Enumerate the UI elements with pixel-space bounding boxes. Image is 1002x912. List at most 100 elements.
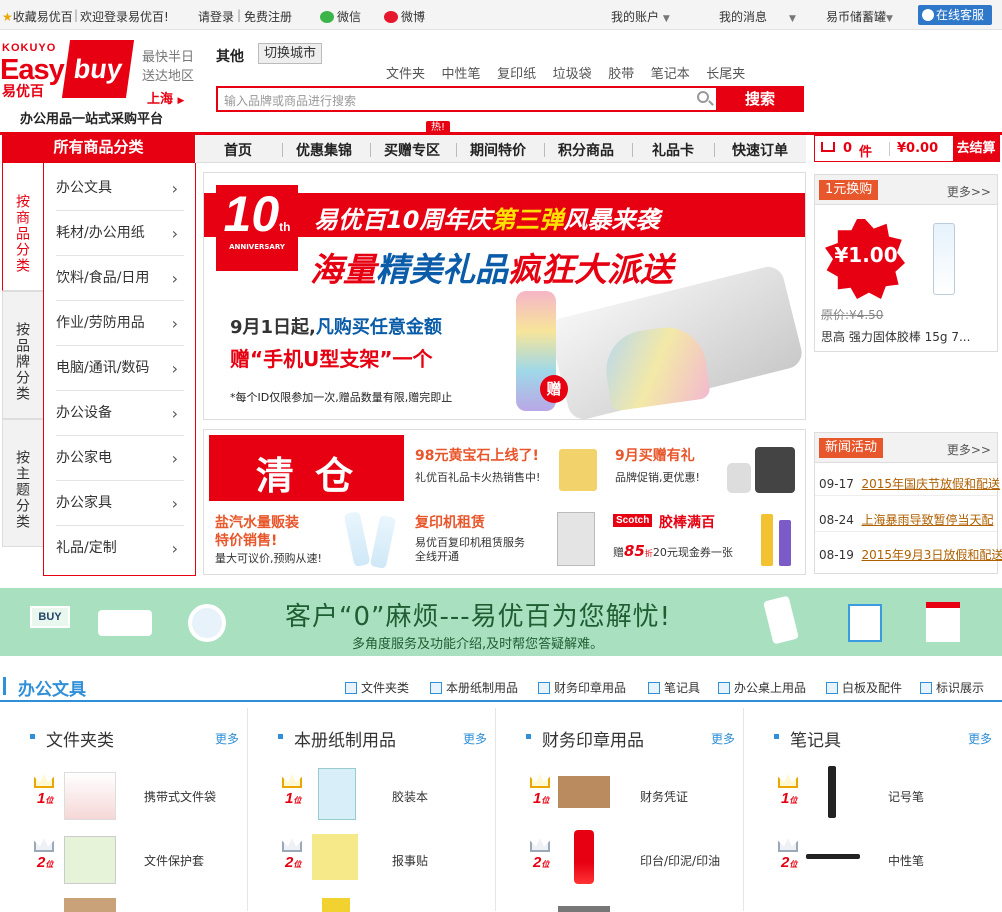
category-item[interactable]: 作业/劳防用品 › bbox=[56, 301, 184, 346]
sublink-folders[interactable]: 文件夹类 bbox=[345, 679, 409, 696]
sublink-pens[interactable]: 笔记具 bbox=[648, 679, 700, 696]
category-item[interactable]: 礼品/定制 › bbox=[56, 526, 184, 571]
product-name[interactable]: 中性笔 bbox=[888, 852, 924, 869]
sublink-notebooks[interactable]: 本册纸制用品 bbox=[430, 679, 518, 696]
hot-word-link[interactable]: 笔记本 bbox=[651, 67, 690, 82]
column-title[interactable]: 文件夹类 bbox=[30, 726, 114, 751]
compass-icon bbox=[188, 604, 226, 642]
swap-product-name[interactable]: 思高 强力固体胶棒 15g 7... bbox=[821, 328, 970, 345]
switch-city-button[interactable]: 切换城市 bbox=[258, 43, 323, 64]
swap-more-link[interactable]: 更多>> bbox=[947, 183, 991, 200]
weibo-link[interactable]: 微博 bbox=[384, 8, 425, 25]
gold-card-tile[interactable]: 98元黄宝石上线了! 礼优百礼品卡火热销售中! bbox=[407, 435, 604, 501]
news-item[interactable]: 08-24 上海暴雨导致暂停当天配 bbox=[819, 511, 994, 528]
coin-menu[interactable]: 易币储蓄罐▼ bbox=[826, 8, 893, 25]
account-menu[interactable]: 我的账户 ▼ bbox=[611, 8, 670, 25]
hot-word-link[interactable]: 文件夹 bbox=[386, 67, 425, 82]
wechat-icon bbox=[320, 11, 334, 23]
column-title[interactable]: 笔记具 bbox=[774, 726, 841, 751]
copier-tile[interactable]: 复印机租赁 易优百复印机租赁服务 全线开通 bbox=[407, 506, 604, 570]
column-more-link[interactable]: 更多 bbox=[711, 730, 735, 747]
news-item[interactable]: 08-19 2015年9月3日放假和配送 bbox=[819, 546, 1002, 563]
crown-icon bbox=[530, 838, 550, 852]
product-name[interactable]: 携带式文件袋 bbox=[144, 788, 216, 805]
site-logo[interactable]: buy KOKUYO Easy 易优百 bbox=[0, 40, 135, 100]
tab-by-brand[interactable]: 按品牌分类 bbox=[2, 291, 44, 419]
category-item[interactable]: 办公家电 › bbox=[56, 436, 184, 481]
nav-gift-zone[interactable]: 买赠专区 bbox=[384, 140, 440, 160]
sublink-whiteboard[interactable]: 白板及配件 bbox=[826, 679, 902, 696]
hot-word-link[interactable]: 垃圾袋 bbox=[553, 67, 592, 82]
category-item[interactable]: 饮料/食品/日用 › bbox=[56, 256, 184, 301]
sublink-desk[interactable]: 办公桌上用品 bbox=[718, 679, 806, 696]
product-image[interactable] bbox=[806, 854, 860, 859]
all-categories-button[interactable]: 所有商品分类 bbox=[2, 132, 195, 163]
scotch-tile[interactable]: Scotch 胶棒满百 赠85折20元现金券一张 bbox=[607, 506, 802, 570]
register-link[interactable]: 免费注册 bbox=[244, 8, 292, 25]
category-item[interactable]: 电脑/通讯/数码 › bbox=[56, 346, 184, 391]
gift-box-image bbox=[559, 449, 597, 491]
main-nav: 首页 优惠集锦 买赠专区 期间特价 积分商品 礼品卡 快速订单 bbox=[196, 135, 806, 163]
nav-quick-order[interactable]: 快速订单 bbox=[732, 140, 788, 160]
search-icon[interactable] bbox=[696, 86, 716, 112]
online-service-button[interactable]: 在线客服 bbox=[918, 5, 992, 25]
drink-tile[interactable]: 盐汽水量贩装 特价销售! 量大可议价,预购从速! bbox=[209, 506, 404, 570]
hot-word-link[interactable]: 复印纸 bbox=[497, 67, 536, 82]
product-image[interactable] bbox=[312, 834, 358, 880]
sublink-finance[interactable]: 财务印章用品 bbox=[538, 679, 626, 696]
product-image[interactable] bbox=[828, 766, 836, 818]
news-item[interactable]: 09-17 2015年国庆节放假和配送 bbox=[819, 475, 1000, 492]
login-link[interactable]: 请登录 bbox=[198, 8, 234, 25]
column-more-link[interactable]: 更多 bbox=[215, 730, 239, 747]
nav-deals[interactable]: 优惠集锦 bbox=[296, 140, 352, 160]
category-item[interactable]: 耗材/办公用纸 › bbox=[56, 211, 184, 256]
nav-points[interactable]: 积分商品 bbox=[558, 140, 614, 160]
banner-note: *每个ID仅限参加一次,赠品数量有限,赠完即止 bbox=[230, 391, 453, 404]
product-image[interactable] bbox=[64, 836, 116, 884]
product-name[interactable]: 报事贴 bbox=[392, 852, 428, 869]
nav-special-price[interactable]: 期间特价 bbox=[470, 140, 526, 160]
product-image[interactable] bbox=[558, 906, 610, 912]
wechat-link[interactable]: 微信 bbox=[320, 8, 361, 25]
hot-word-link[interactable]: 胶带 bbox=[608, 67, 634, 82]
product-name[interactable]: 胶装本 bbox=[392, 788, 428, 805]
tab-by-theme[interactable]: 按主题分类 bbox=[2, 419, 44, 547]
nav-gift-card[interactable]: 礼品卡 bbox=[652, 140, 694, 160]
product-name[interactable]: 记号笔 bbox=[888, 788, 924, 805]
nav-home[interactable]: 首页 bbox=[224, 140, 252, 160]
whiteboard-icon bbox=[826, 682, 838, 694]
category-item[interactable]: 办公文具 › bbox=[56, 166, 184, 211]
product-name[interactable]: 印台/印泥/印油 bbox=[640, 852, 720, 869]
search-button[interactable]: 搜索 bbox=[716, 86, 804, 112]
messages-menu[interactable]: 我的消息 ▼ bbox=[719, 8, 796, 25]
clearance-tile[interactable]: 清 仓 bbox=[209, 435, 404, 501]
product-image[interactable] bbox=[558, 776, 610, 808]
column-more-link[interactable]: 更多 bbox=[968, 730, 992, 747]
hot-word-link[interactable]: 中性笔 bbox=[442, 67, 481, 82]
cart-count: 0 bbox=[843, 141, 853, 156]
product-image[interactable] bbox=[64, 772, 116, 820]
news-more-link[interactable]: 更多>> bbox=[947, 441, 991, 458]
category-item[interactable]: 办公设备 › bbox=[56, 391, 184, 436]
mini-cart[interactable]: 0 件 ¥0.00 去结算 bbox=[814, 135, 1000, 162]
search-input[interactable]: 输入品牌或商品进行搜索 bbox=[216, 86, 696, 112]
tab-by-product[interactable]: 按商品分类 bbox=[2, 163, 44, 291]
product-name[interactable]: 财务凭证 bbox=[640, 788, 688, 805]
category-item[interactable]: 办公家具 › bbox=[56, 481, 184, 526]
product-image[interactable] bbox=[322, 898, 350, 912]
promo-banner[interactable]: 10th ANNIVERSARY 易优百10周年庆第三弹风暴来袭 海量精美礼品疯… bbox=[203, 172, 806, 420]
sublink-signage[interactable]: 标识展示 bbox=[920, 679, 984, 696]
favorite-link[interactable]: ★收藏易优百 bbox=[2, 8, 73, 25]
column-more-link[interactable]: 更多 bbox=[463, 730, 487, 747]
product-image[interactable] bbox=[318, 768, 356, 820]
column-title[interactable]: 财务印章用品 bbox=[526, 726, 644, 751]
hot-word-link[interactable]: 长尾夹 bbox=[706, 67, 745, 82]
city-link[interactable]: 上海 ▶ bbox=[147, 88, 184, 107]
product-image[interactable] bbox=[64, 898, 116, 912]
product-image[interactable] bbox=[574, 830, 594, 884]
banner-line2: 赠“手机U型支架”一个 bbox=[230, 347, 433, 371]
checkout-button[interactable]: 去结算 bbox=[953, 136, 999, 161]
column-title[interactable]: 本册纸制用品 bbox=[278, 726, 396, 751]
product-name[interactable]: 文件保护套 bbox=[144, 852, 204, 869]
sept-gift-tile[interactable]: 9月买赠有礼 品牌促销,更优惠! bbox=[607, 435, 802, 501]
